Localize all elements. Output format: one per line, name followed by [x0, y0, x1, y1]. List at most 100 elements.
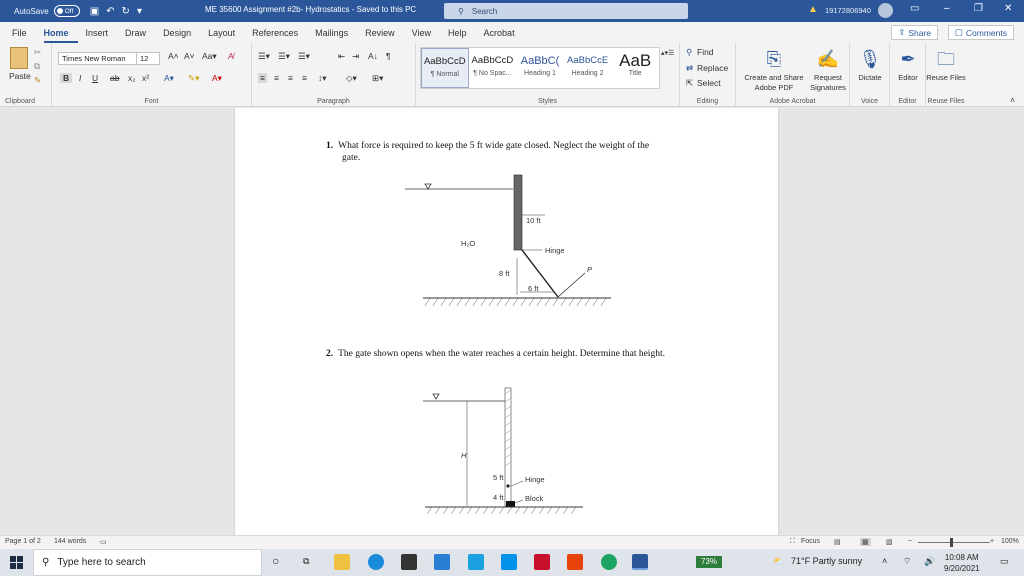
tab-view[interactable]: View — [412, 28, 440, 43]
style-heading-2[interactable]: AaBbCcE Heading 2 — [564, 48, 612, 88]
shrink-font-icon[interactable]: A˅ — [184, 51, 195, 61]
zoom-slider-thumb[interactable] — [950, 538, 953, 547]
text-effects-icon[interactable]: A▾ — [164, 73, 174, 84]
tab-layout[interactable]: Layout — [208, 28, 244, 43]
decrease-indent-icon[interactable]: ⇤ — [338, 51, 345, 62]
mail-icon[interactable] — [434, 554, 450, 570]
document-title[interactable]: ME 35600 Assignment #2b- Hydrostatics - … — [205, 5, 416, 14]
tab-design[interactable]: Design — [163, 28, 200, 43]
redo-icon[interactable]: ↻ — [122, 6, 130, 17]
find-button[interactable]: Find — [697, 47, 714, 57]
multilevel-icon[interactable]: ☰▾ — [298, 51, 310, 62]
strikethrough-icon[interactable]: ab — [110, 73, 119, 83]
font-size-select[interactable]: 12 — [136, 52, 160, 65]
editor-button[interactable]: ✒ Editor — [890, 48, 926, 83]
store-icon[interactable] — [401, 554, 417, 570]
tab-help[interactable]: Help — [448, 28, 476, 43]
system-clock[interactable]: 10:08 AM 9/20/2021 — [944, 552, 980, 574]
weather-text[interactable]: 71°F Partly sunny — [791, 556, 862, 566]
tab-draw[interactable]: Draw — [125, 28, 155, 43]
shading-icon[interactable]: ◇▾ — [346, 73, 357, 84]
paste-icon[interactable] — [10, 47, 28, 69]
account-name[interactable]: 19172806940 — [825, 6, 871, 15]
style-title[interactable]: AaB Title — [611, 48, 659, 88]
align-center-icon[interactable]: ≡ — [274, 73, 279, 83]
pilcrow-icon[interactable]: ¶ — [386, 51, 391, 61]
font-color-icon[interactable]: A▾ — [212, 73, 222, 84]
find-icon[interactable]: ⚲ — [686, 47, 692, 58]
font-family-select[interactable]: Times New Roman — [58, 52, 138, 65]
undo-icon[interactable]: ↶ — [106, 6, 114, 17]
justify-icon[interactable]: ≡ — [302, 73, 307, 83]
style-heading-1[interactable]: AaBbC(Heading 1 — [516, 48, 564, 88]
edge-icon[interactable] — [368, 554, 384, 570]
focus-icon[interactable]: ⛶ — [790, 538, 795, 546]
print-layout-icon[interactable]: ▦ — [860, 538, 871, 546]
clear-format-icon[interactable]: A̸ — [228, 51, 234, 61]
copy-icon[interactable]: ⧉ — [34, 61, 40, 72]
weather-icon[interactable]: ⛅ — [773, 556, 784, 567]
zoom-slider[interactable] — [918, 538, 990, 547]
superscript-icon[interactable]: x² — [142, 73, 149, 83]
autosave-toggle[interactable]: Off — [53, 5, 80, 17]
windows-start-icon[interactable] — [10, 556, 23, 569]
highlight-icon[interactable]: ✎▾ — [188, 73, 199, 84]
sort-icon[interactable]: A↓ — [368, 51, 378, 61]
mcafee-icon[interactable] — [534, 554, 550, 570]
grow-font-icon[interactable]: A˄ — [168, 51, 179, 61]
replace-button[interactable]: Replace — [697, 63, 728, 73]
lync-icon[interactable] — [468, 554, 484, 570]
select-icon[interactable]: ⇱ — [686, 78, 693, 89]
volume-icon[interactable]: 🔊 — [924, 556, 935, 567]
tab-mailings[interactable]: Mailings — [315, 28, 357, 43]
tab-insert[interactable]: Insert — [86, 28, 118, 43]
warning-icon[interactable]: ▲ — [808, 4, 818, 15]
document-page[interactable]: 1. What force is required to keep the 5 f… — [235, 108, 778, 535]
tab-acrobat[interactable]: Acrobat — [484, 28, 524, 43]
save-icon[interactable]: ▣ — [90, 6, 99, 17]
task-view-icon[interactable]: ⧉ — [303, 556, 309, 567]
network-icon[interactable]: ⌔ — [903, 556, 911, 567]
tab-file[interactable]: File — [12, 28, 36, 43]
ribbon-display-icon[interactable]: ▭ — [910, 3, 919, 14]
cut-icon[interactable]: ✂ — [34, 47, 41, 58]
word-icon[interactable] — [632, 554, 648, 570]
web-layout-icon[interactable]: ▧ — [886, 538, 893, 546]
create-pdf-button[interactable]: ⎘ Create and Share Adobe PDF — [740, 48, 808, 93]
numbering-icon[interactable]: ☰▾ — [278, 51, 290, 62]
style-no-spacing[interactable]: AaBbCcD ¶ No Spac... — [469, 48, 517, 88]
taskbar-search[interactable]: ⚲ Type here to search — [33, 549, 262, 576]
subscript-icon[interactable]: x₂ — [128, 73, 136, 83]
style-normal[interactable]: AaBbCcD ¶ Normal — [421, 48, 469, 88]
notifications-icon[interactable]: ▭ — [1000, 556, 1009, 567]
select-button[interactable]: Select — [697, 78, 721, 88]
proofing-icon[interactable]: ▭ — [100, 538, 107, 546]
format-painter-icon[interactable]: ✎ — [34, 75, 41, 86]
paste-button[interactable]: Paste — [9, 71, 31, 81]
underline-icon[interactable]: U — [92, 73, 98, 83]
page-count[interactable]: Page 1 of 2 — [5, 538, 41, 545]
align-left-icon[interactable]: ≡ — [258, 73, 267, 83]
request-signatures-button[interactable]: ✍ Request Signatures — [808, 48, 848, 93]
tray-expand-icon[interactable]: ˄ — [882, 556, 887, 566]
change-case-icon[interactable]: Aa▾ — [202, 51, 217, 62]
dictate-button[interactable]: 🎙 Dictate — [850, 48, 890, 83]
bullets-icon[interactable]: ☰▾ — [258, 51, 270, 62]
app-icon[interactable] — [501, 554, 517, 570]
file-explorer-icon[interactable] — [334, 554, 350, 570]
align-right-icon[interactable]: ≡ — [288, 73, 293, 83]
styles-scroll-icon[interactable]: ▴▾☰ — [661, 49, 674, 57]
tab-references[interactable]: References — [252, 28, 307, 43]
customize-icon[interactable]: ▾ — [137, 6, 142, 17]
zoom-out-icon[interactable]: − — [908, 538, 912, 545]
read-mode-icon[interactable]: ▤ — [834, 538, 841, 546]
zoom-in-icon[interactable]: + — [990, 538, 994, 545]
battery-indicator[interactable]: 73% — [696, 556, 722, 568]
office-icon[interactable] — [567, 554, 583, 570]
focus-button[interactable]: Focus — [801, 538, 820, 545]
cortana-icon[interactable]: ○ — [272, 554, 279, 568]
avatar[interactable] — [878, 3, 893, 18]
collapse-ribbon-icon[interactable]: ˄ — [1010, 95, 1015, 105]
borders-icon[interactable]: ⊞▾ — [372, 73, 383, 84]
zoom-level[interactable]: 100% — [1001, 538, 1019, 545]
